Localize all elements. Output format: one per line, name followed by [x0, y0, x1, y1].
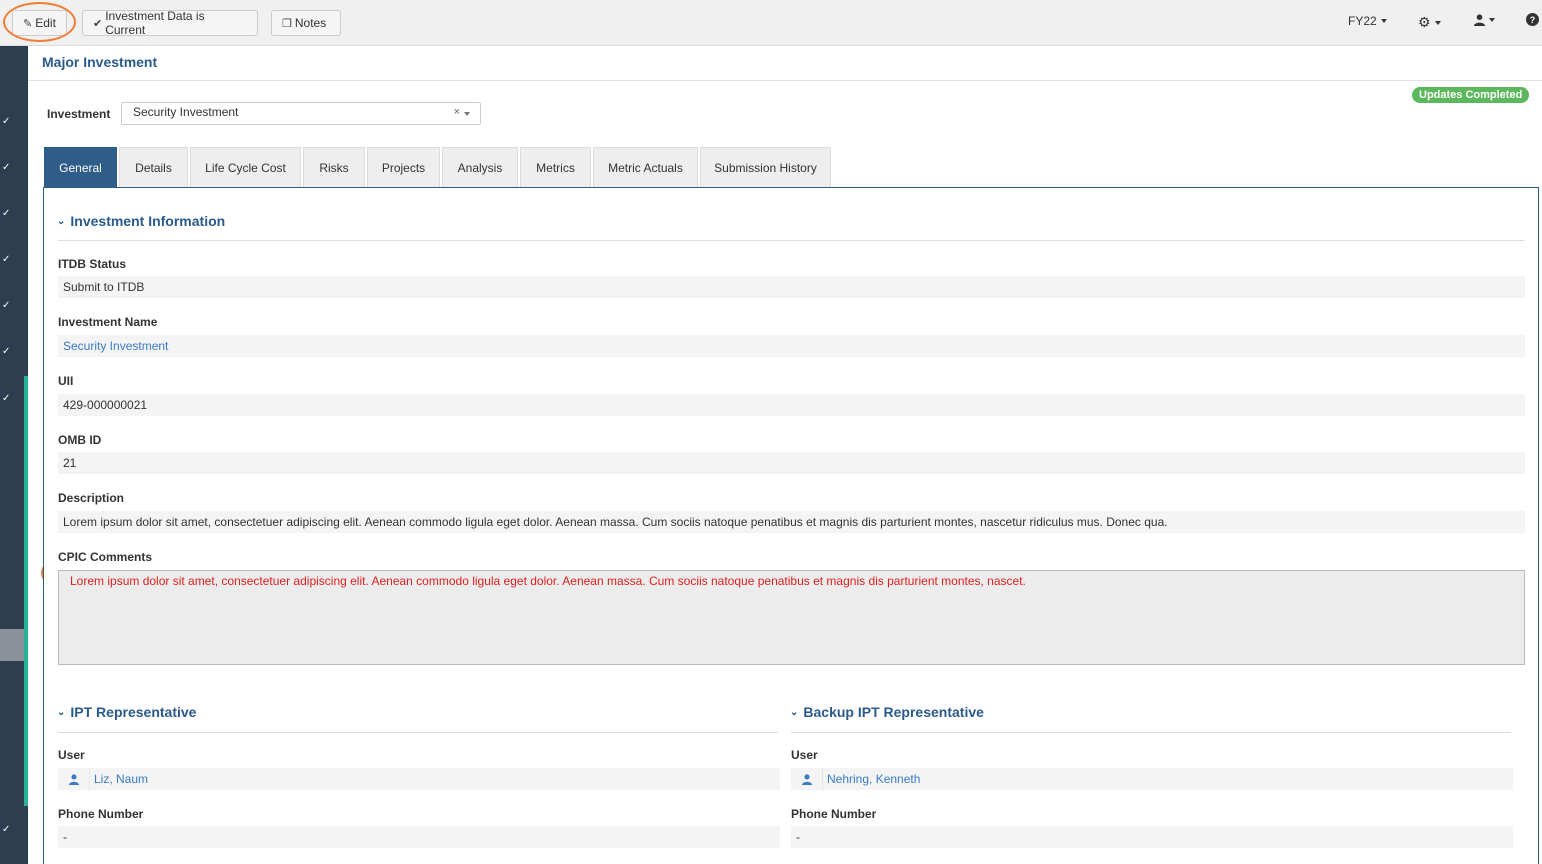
- notes-button-label: Notes: [294, 16, 327, 30]
- tab-life-cycle-cost[interactable]: Life Cycle Cost: [190, 147, 301, 187]
- chevron-down-icon: [464, 112, 470, 116]
- ipt-user-field[interactable]: Liz, Naum: [58, 768, 780, 790]
- description-value: Lorem ipsum dolor sit amet, consectetuer…: [58, 511, 1525, 533]
- ipt-rep-heading[interactable]: ⌄ IPT Representative: [57, 704, 196, 720]
- sidebar-active-item[interactable]: [0, 629, 24, 661]
- notes-button[interactable]: ❐ Notes: [271, 10, 341, 36]
- itdb-status-label: ITDB Status: [58, 257, 127, 271]
- investment-current-button[interactable]: ✔ Investment Data is Current: [82, 9, 258, 37]
- uii-value: 429-000000021: [58, 394, 1525, 416]
- ipt-user-label: User: [58, 748, 85, 762]
- investment-name-label: Investment Name: [58, 315, 158, 329]
- cpic-comments-value: Lorem ipsum dolor sit amet, consectetuer…: [58, 570, 1525, 665]
- backup-user-label: User: [791, 748, 818, 762]
- omb-id-value: 21: [58, 452, 1525, 474]
- sidebar-chevron-icon[interactable]: ✓: [0, 144, 24, 190]
- backup-phone-value: -: [791, 826, 1513, 848]
- itdb-status-value: Submit to ITDB: [58, 276, 1525, 298]
- ipt-phone-value: -: [58, 826, 780, 848]
- tab-projects[interactable]: Projects: [367, 147, 440, 187]
- investment-info-title: Investment Information: [70, 213, 226, 229]
- help-button[interactable]: ?: [1526, 13, 1539, 26]
- user-icon: [791, 768, 823, 790]
- investment-label: Investment: [47, 107, 111, 121]
- section-divider: [58, 240, 1524, 241]
- tab-details[interactable]: Details: [119, 147, 188, 187]
- sidebar-chevron-icon[interactable]: ✓: [0, 375, 24, 421]
- title-divider: [28, 80, 1542, 81]
- description-label: Description: [58, 491, 125, 505]
- tab-metrics[interactable]: Metrics: [520, 147, 591, 187]
- svg-text:?: ?: [1530, 15, 1536, 25]
- sidebar-chevron-icon[interactable]: ✓: [0, 282, 24, 328]
- section-divider: [791, 732, 1511, 733]
- sidebar-chevron-icon[interactable]: ✓: [0, 806, 24, 852]
- sidebar-chevron-icon[interactable]: ✓: [0, 190, 24, 236]
- top-toolbar: ✎ Edit ✔ Investment Data is Current ❐ No…: [0, 0, 1542, 46]
- ipt-phone-label: Phone Number: [58, 807, 144, 821]
- sidebar-chevron-icon[interactable]: ✓: [0, 98, 24, 144]
- backup-user-field[interactable]: Nehring, Kenneth: [791, 768, 1513, 790]
- check-circle-icon: ✔: [93, 17, 103, 30]
- fiscal-year-label: FY22: [1348, 14, 1377, 28]
- chevron-down-icon: [1434, 20, 1441, 25]
- tab-analysis[interactable]: Analysis: [442, 147, 518, 187]
- ipt-rep-title: IPT Representative: [70, 704, 197, 720]
- fiscal-year-dropdown[interactable]: FY22: [1348, 14, 1387, 28]
- chevron-down-icon: ⌄: [57, 706, 66, 718]
- chevron-down-icon: ⌄: [57, 215, 66, 227]
- page-title: Major Investment: [42, 54, 158, 70]
- sidebar-chevron-icon[interactable]: ✓: [0, 328, 24, 374]
- backup-user-name[interactable]: Nehring, Kenneth: [827, 772, 920, 786]
- tab-general[interactable]: General: [44, 147, 117, 187]
- tab-submission-history[interactable]: Submission History: [700, 147, 831, 187]
- status-badge: Updates Completed: [1412, 87, 1530, 103]
- chevron-down-icon: ⌄: [790, 706, 799, 718]
- edit-button-label: Edit: [35, 16, 56, 30]
- backup-ipt-rep-heading[interactable]: ⌄ Backup IPT Representative: [790, 704, 984, 720]
- user-icon: [1474, 14, 1485, 26]
- ipt-user-name[interactable]: Liz, Naum: [94, 772, 148, 786]
- edit-button[interactable]: ✎ Edit: [12, 10, 67, 36]
- investment-select-value: Security Investment: [133, 105, 239, 119]
- uii-label: UII: [58, 374, 74, 388]
- question-circle-icon: ?: [1526, 13, 1539, 26]
- backup-ipt-rep-title: Backup IPT Representative: [803, 704, 984, 720]
- settings-dropdown[interactable]: ⚙: [1418, 14, 1441, 31]
- cpic-comments-label: CPIC Comments: [58, 550, 153, 564]
- section-divider: [58, 732, 778, 733]
- clear-icon[interactable]: ×: [454, 106, 460, 118]
- tab-metric-actuals[interactable]: Metric Actuals: [593, 147, 698, 187]
- user-dropdown[interactable]: [1474, 14, 1495, 26]
- sidebar-accent: [24, 376, 28, 806]
- backup-phone-label: Phone Number: [791, 807, 877, 821]
- sidebar-chevron-icon[interactable]: ✓: [0, 236, 24, 282]
- gears-icon: ⚙: [1418, 14, 1431, 30]
- chevron-down-icon: [1380, 19, 1387, 23]
- copy-icon: ❐: [282, 17, 292, 30]
- chevron-down-icon: [1489, 18, 1495, 22]
- investment-info-heading[interactable]: ⌄ Investment Information: [57, 213, 225, 229]
- omb-id-label: OMB ID: [58, 433, 102, 447]
- pencil-square-icon: ✎: [23, 17, 33, 30]
- user-icon: [58, 768, 90, 790]
- tab-risks[interactable]: Risks: [303, 147, 365, 187]
- investment-current-label: Investment Data is Current: [105, 9, 205, 37]
- investment-select[interactable]: Security Investment ×: [121, 102, 481, 125]
- investment-name-link[interactable]: Security Investment: [58, 335, 1525, 357]
